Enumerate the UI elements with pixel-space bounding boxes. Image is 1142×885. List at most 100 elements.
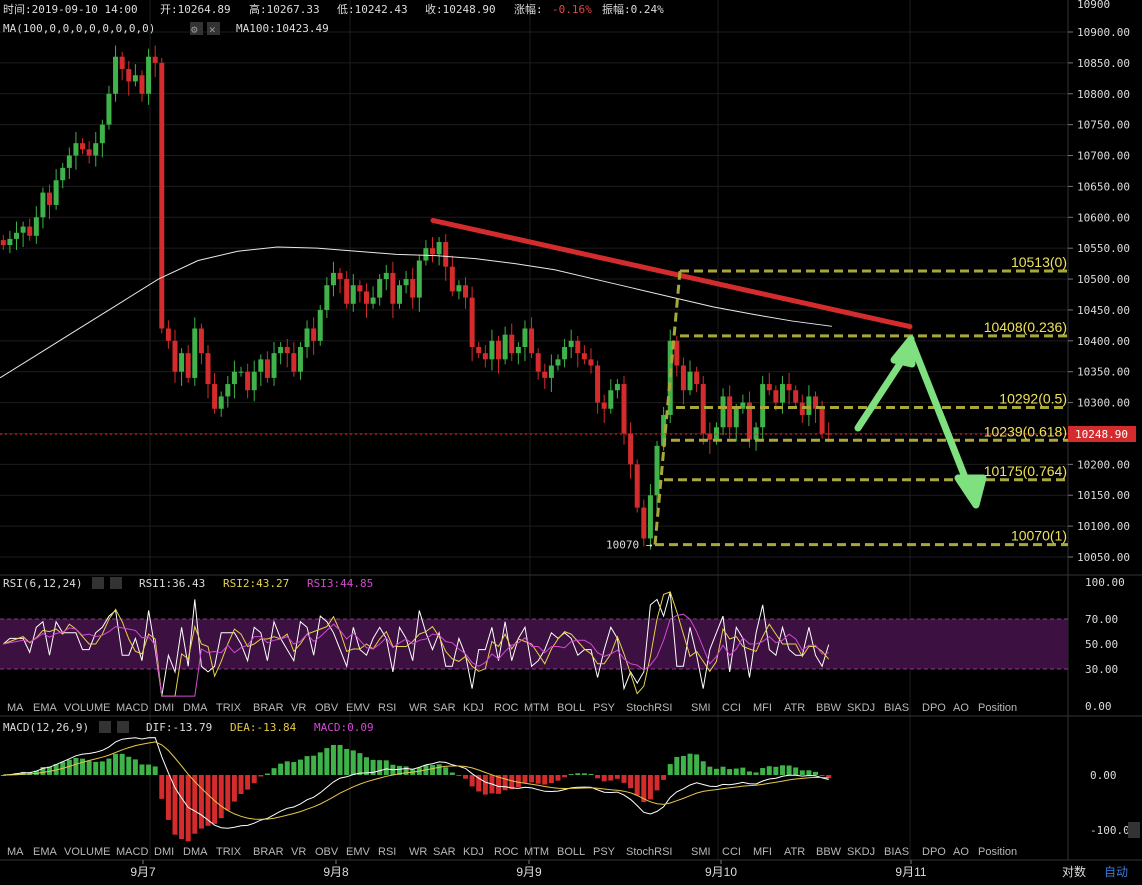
indicator-tab-smi[interactable]: SMI [691,846,711,858]
indicator-tab-obv[interactable]: OBV [315,702,339,714]
candle-body [819,408,825,434]
candle-body [350,285,356,304]
candle-body [496,340,502,360]
macd-settings-icon[interactable] [99,721,111,733]
indicator-tab-smi[interactable]: SMI [691,702,711,714]
macd-histogram-bar [502,775,508,791]
indicator-tab-vr[interactable]: VR [291,846,306,858]
indicator-tab-emv[interactable]: EMV [346,846,371,858]
indicator-tab-kdj[interactable]: KDJ [463,846,484,858]
indicator-tab-ao[interactable]: AO [953,702,969,714]
candle-body [436,242,442,255]
indicator-tab-roc[interactable]: ROC [494,846,519,858]
indicator-tab-boll[interactable]: BOLL [557,846,585,858]
indicator-tab-psy[interactable]: PSY [593,702,616,714]
indicator-tab-ao[interactable]: AO [953,846,969,858]
rsi-tick-label: 30.00 [1085,663,1118,676]
trading-chart[interactable]: 10513(0) 10408(0.236) 10292(0.5) 10239(0.61… [0,0,1142,885]
indicator-tab-bias[interactable]: BIAS [884,702,909,714]
candle-body [568,340,574,347]
macd-histogram-bar [469,775,475,787]
indicator-tab-mfi[interactable]: MFI [753,846,772,858]
indicator-tab-bias[interactable]: BIAS [884,846,909,858]
macd-histogram-bar [317,752,323,775]
candle-body [73,143,79,156]
header-time: 时间:2019-09-10 14:00 [3,3,138,16]
auto-scale-button[interactable]: 自动 [1104,865,1128,879]
indicator-tab-mtm[interactable]: MTM [524,846,549,858]
candle-body [806,396,812,415]
indicator-tab-cci[interactable]: CCI [722,846,741,858]
log-scale-button[interactable]: 对数 [1062,864,1086,879]
indicator-tab-rsi[interactable]: RSI [378,846,396,858]
panel-collapse-icon[interactable] [1128,822,1140,838]
candle-body [449,266,455,292]
indicator-tab-atr[interactable]: ATR [784,702,805,714]
indicator-tab-trix[interactable]: TRIX [216,846,242,858]
indicator-tab-stochrsi[interactable]: StochRSI [626,702,672,714]
indicator-tab-dma[interactable]: DMA [183,702,208,714]
indicator-tab-vr[interactable]: VR [291,702,306,714]
rsi-settings-icon[interactable] [92,577,104,589]
indicator-tab-dpo[interactable]: DPO [922,702,946,714]
candle-body [502,334,508,360]
indicator-tab-dma[interactable]: DMA [183,846,208,858]
indicator-tab-ma[interactable]: MA [7,702,24,714]
indicator-tab-roc[interactable]: ROC [494,702,519,714]
indicator-tab-obv[interactable]: OBV [315,846,339,858]
indicator-tab-brar[interactable]: BRAR [253,702,284,714]
indicator-tab-kdj[interactable]: KDJ [463,702,484,714]
candle-body [601,402,607,409]
price-tick-label: 10800.00 [1077,88,1130,101]
indicator-tab-bbw[interactable]: BBW [816,846,842,858]
indicator-tab-trix[interactable]: TRIX [216,702,242,714]
indicator-tab-macd[interactable]: MACD [116,846,148,858]
candle-body [786,384,792,391]
indicator-tab-dmi[interactable]: DMI [154,702,174,714]
date-label: 9月9 [516,865,542,879]
indicator-tab-wr[interactable]: WR [409,702,427,714]
indicator-tab-atr[interactable]: ATR [784,846,805,858]
candle-body [423,248,429,261]
candle-body [740,402,746,409]
candle-body [766,384,772,391]
indicator-tab-psy[interactable]: PSY [593,846,616,858]
indicator-tab-rsi[interactable]: RSI [378,702,396,714]
indicator-tab-volume[interactable]: VOLUME [64,846,110,858]
indicator-tab-emv[interactable]: EMV [346,702,371,714]
indicator-tab-position[interactable]: Position [978,702,1017,714]
indicator-tab-boll[interactable]: BOLL [557,702,585,714]
indicator-tab-sar[interactable]: SAR [433,846,456,858]
macd-close-icon[interactable] [117,721,129,733]
indicator-tab-mtm[interactable]: MTM [524,702,549,714]
indicator-tab-volume[interactable]: VOLUME [64,702,110,714]
indicator-tab-stochrsi[interactable]: StochRSI [626,846,672,858]
indicator-tab-macd[interactable]: MACD [116,702,148,714]
indicator-tab-wr[interactable]: WR [409,846,427,858]
indicator-tab-skdj[interactable]: SKDJ [847,702,875,714]
indicator-tab-ema[interactable]: EMA [33,846,58,858]
indicator-tab-dpo[interactable]: DPO [922,846,946,858]
indicator-tab-sar[interactable]: SAR [433,702,456,714]
indicator-tab-skdj[interactable]: SKDJ [847,846,875,858]
indicator-tab-mfi[interactable]: MFI [753,702,772,714]
candle-body [27,226,33,236]
candle-body [86,149,92,156]
indicator-tab-dmi[interactable]: DMI [154,846,174,858]
macd-histogram-bar [713,768,719,775]
macd-histogram-bar [93,761,99,775]
macd-histogram-bar [146,764,152,775]
indicator-tab-bbw[interactable]: BBW [816,702,842,714]
macd-histogram-bar [542,775,548,785]
indicator-tab-ema[interactable]: EMA [33,702,58,714]
rsi-close-icon[interactable] [110,577,122,589]
indicator-tab-ma[interactable]: MA [7,846,24,858]
macd-histogram-bar [179,775,185,840]
indicator-tab-cci[interactable]: CCI [722,702,741,714]
indicator-tab-position[interactable]: Position [978,846,1017,858]
macd-histogram-bar [99,761,105,775]
macd-histogram-bar [793,767,799,775]
macd-histogram-bar [647,775,653,800]
macd-dif-line [3,737,829,829]
indicator-tab-brar[interactable]: BRAR [253,846,284,858]
